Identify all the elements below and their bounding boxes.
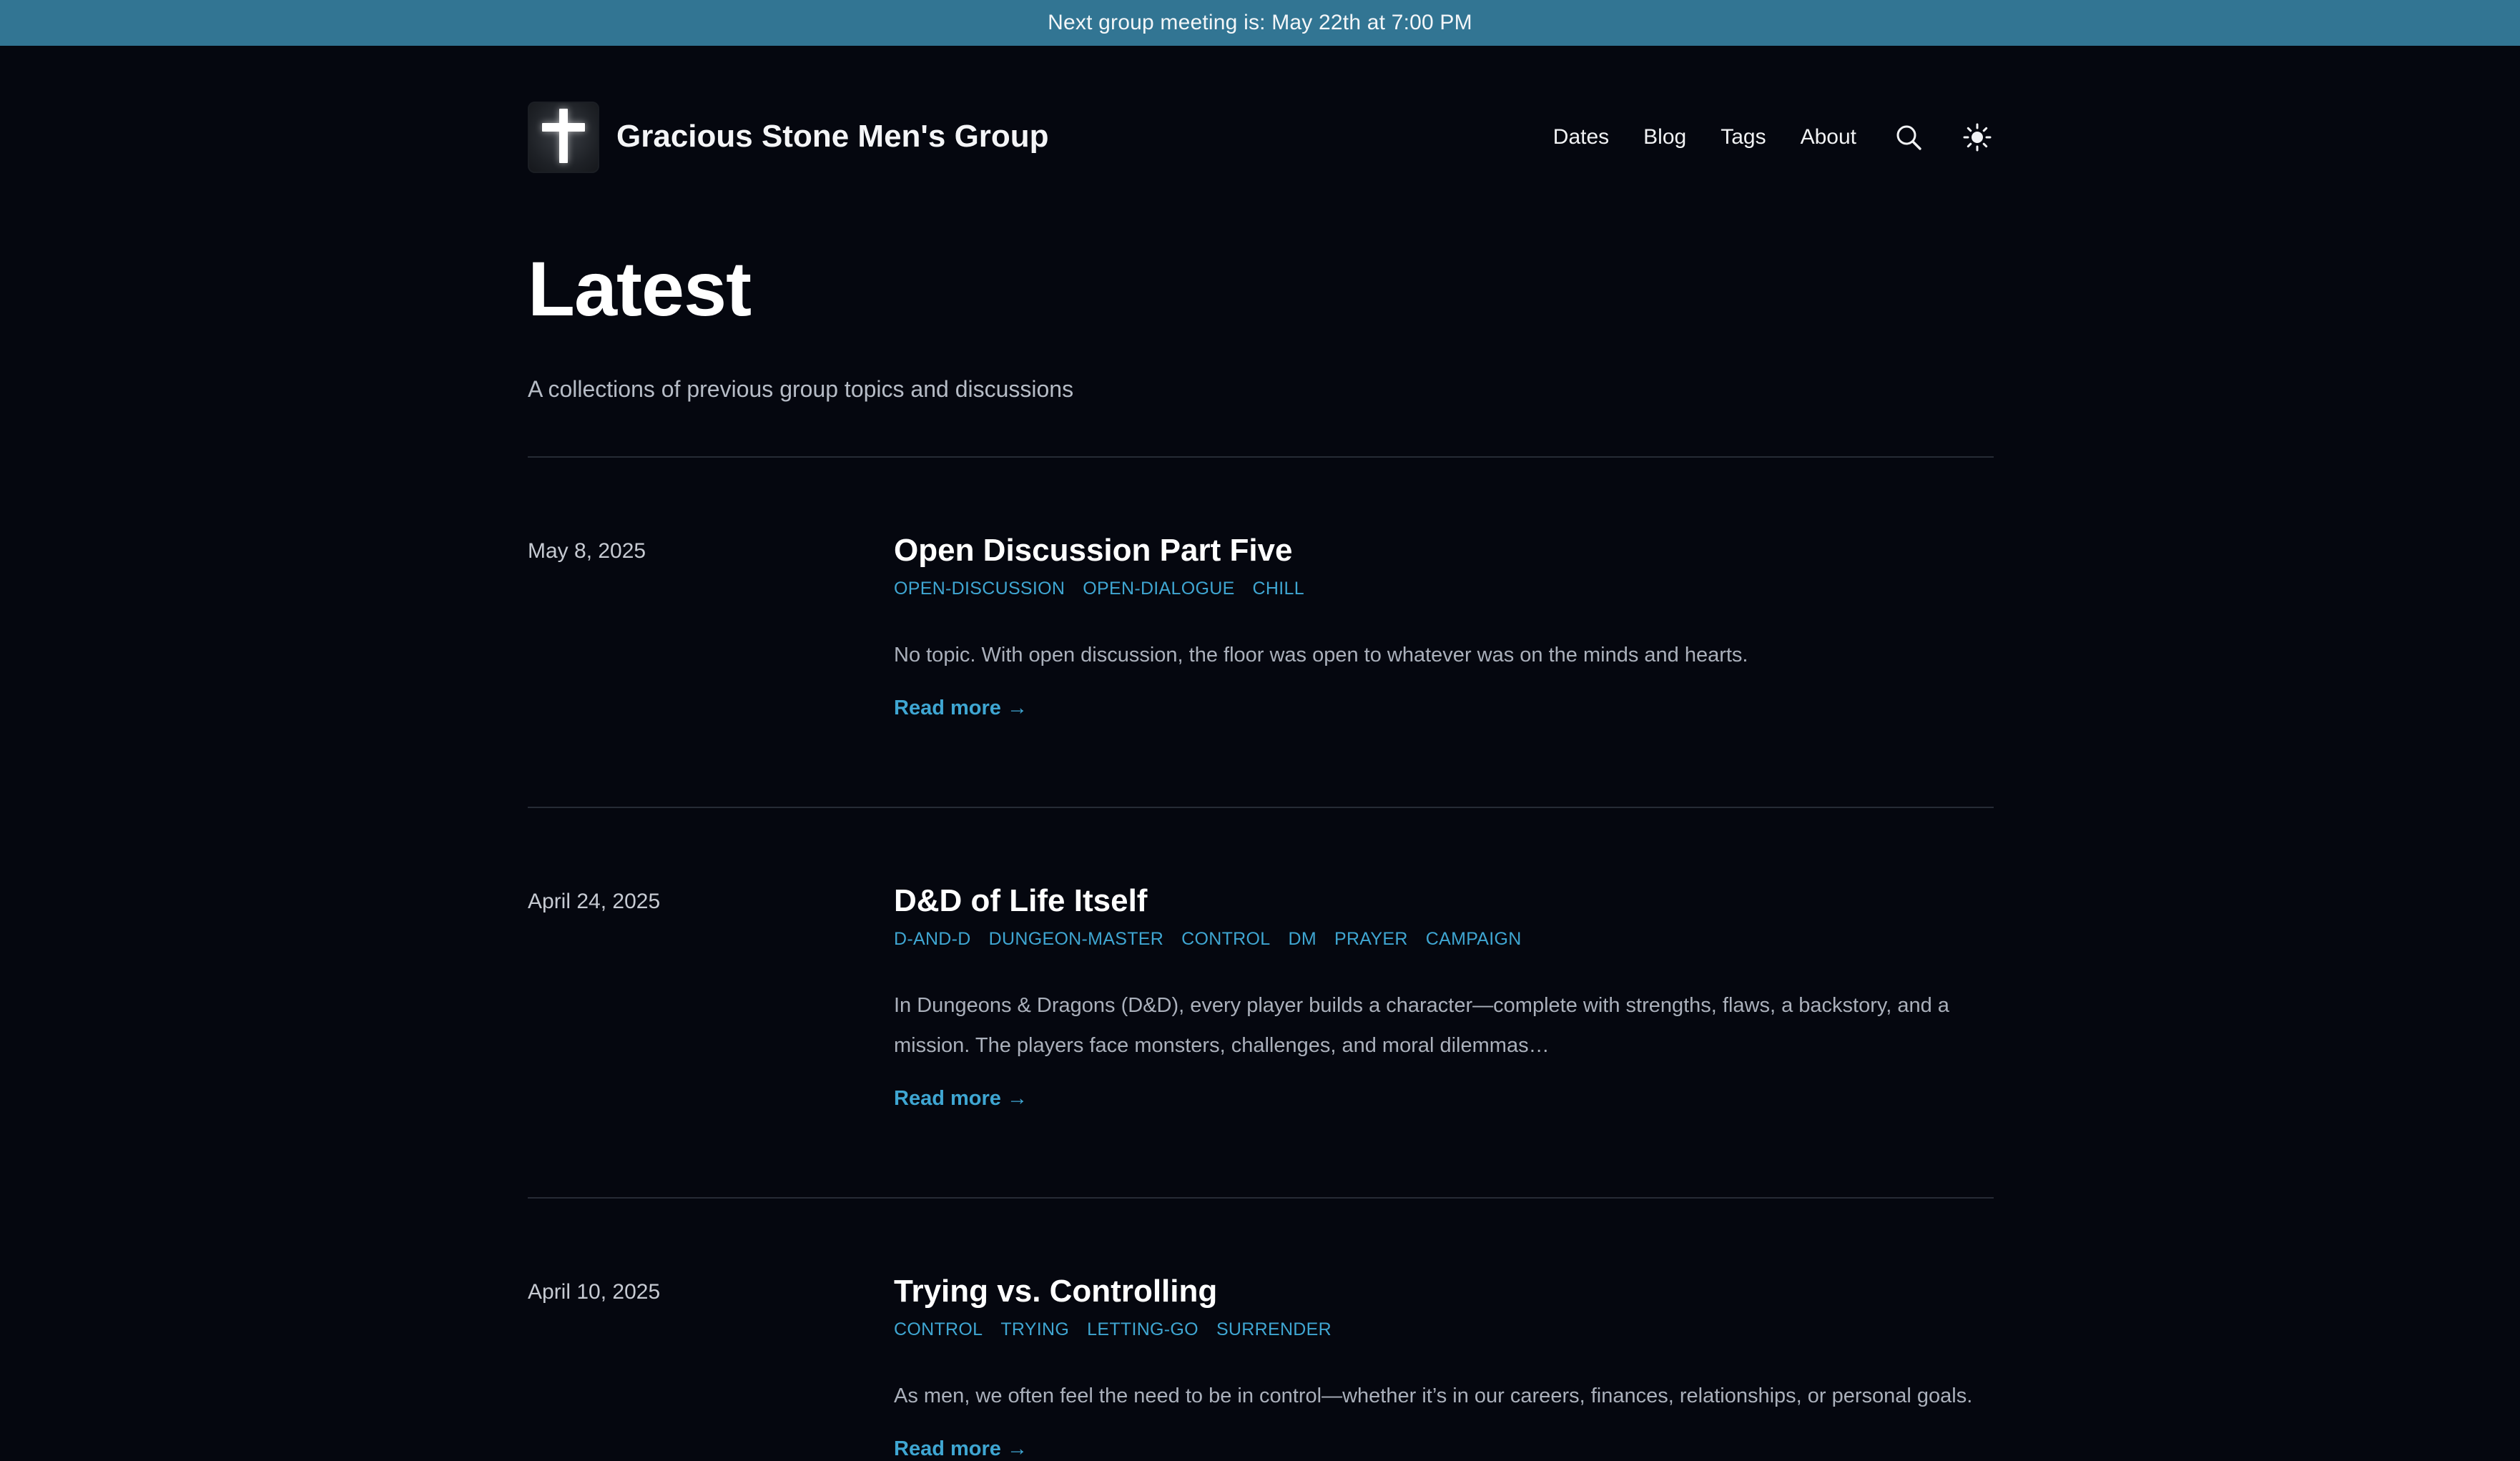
post-title[interactable]: D&D of Life Itself — [894, 882, 1994, 920]
main-nav: Dates Blog Tags About — [1519, 119, 1994, 156]
tag-link[interactable]: PRAYER — [1334, 929, 1408, 950]
divider — [528, 807, 1994, 808]
post-tags: CONTROL TRYING LETTING-GO SURRENDER — [894, 1319, 1994, 1340]
tag-link[interactable]: CONTROL — [894, 1319, 983, 1340]
page-description: A collections of previous group topics a… — [528, 376, 1074, 402]
nav-dates[interactable]: Dates — [1553, 125, 1609, 149]
search-icon[interactable] — [1892, 121, 1925, 154]
tag-link[interactable]: CONTROL — [1181, 929, 1270, 950]
divider — [528, 456, 1994, 458]
announcement-banner: Next group meeting is: May 22th at 7:00 … — [0, 0, 2520, 46]
tag-link[interactable]: LETTING-GO — [1087, 1319, 1199, 1340]
read-more-link[interactable]: Read more → — [894, 1437, 1028, 1461]
site-title[interactable]: Gracious Stone Men's Group — [616, 119, 1049, 154]
read-more-link[interactable]: Read more → — [894, 1087, 1028, 1111]
post-content: Open Discussion Part Five OPEN-DISCUSSIO… — [894, 532, 1994, 720]
site-logo[interactable] — [528, 102, 599, 173]
page-title: Latest — [528, 245, 752, 332]
nav-tags[interactable]: Tags — [1721, 125, 1766, 149]
announcement-text: Next group meeting is: May 22th at 7:00 … — [1048, 11, 1472, 34]
tag-link[interactable]: D-AND-D — [894, 929, 971, 950]
post-content: D&D of Life Itself D-AND-D DUNGEON-MASTE… — [894, 882, 1994, 1111]
post-title[interactable]: Trying vs. Controlling — [894, 1273, 1994, 1311]
tag-link[interactable]: DM — [1288, 929, 1316, 950]
nav-about[interactable]: About — [1801, 125, 1856, 149]
tag-link[interactable]: TRYING — [1000, 1319, 1069, 1340]
divider — [528, 1197, 1994, 1199]
post-date: May 8, 2025 — [528, 539, 646, 563]
post-excerpt: In Dungeons & Dragons (D&D), every playe… — [894, 993, 1949, 1057]
post-excerpt: As men, we often feel the need to be in … — [894, 1384, 1973, 1407]
post-excerpt: No topic. With open discussion, the floo… — [894, 643, 1748, 666]
post-tags: OPEN-DISCUSSION OPEN-DIALOGUE CHILL — [894, 579, 1994, 599]
sun-icon[interactable] — [1961, 121, 1994, 154]
tag-link[interactable]: OPEN-DIALOGUE — [1083, 579, 1234, 599]
post-date: April 10, 2025 — [528, 1280, 661, 1304]
nav-blog[interactable]: Blog — [1643, 125, 1686, 149]
tag-link[interactable]: OPEN-DISCUSSION — [894, 579, 1065, 599]
post-date: April 24, 2025 — [528, 890, 661, 913]
tag-link[interactable]: CHILL — [1253, 579, 1304, 599]
read-more-link[interactable]: Read more → — [894, 697, 1028, 720]
tag-link[interactable]: SURRENDER — [1216, 1319, 1332, 1340]
cross-icon — [559, 109, 568, 163]
post-title[interactable]: Open Discussion Part Five — [894, 532, 1994, 570]
post-content: Trying vs. Controlling CONTROL TRYING LE… — [894, 1273, 1994, 1461]
site-header: Gracious Stone Men's Group Dates Blog Ta… — [528, 102, 1994, 173]
tag-link[interactable]: DUNGEON-MASTER — [989, 929, 1163, 950]
tag-link[interactable]: CAMPAIGN — [1426, 929, 1522, 950]
post-tags: D-AND-D DUNGEON-MASTER CONTROL DM PRAYER… — [894, 929, 1994, 950]
